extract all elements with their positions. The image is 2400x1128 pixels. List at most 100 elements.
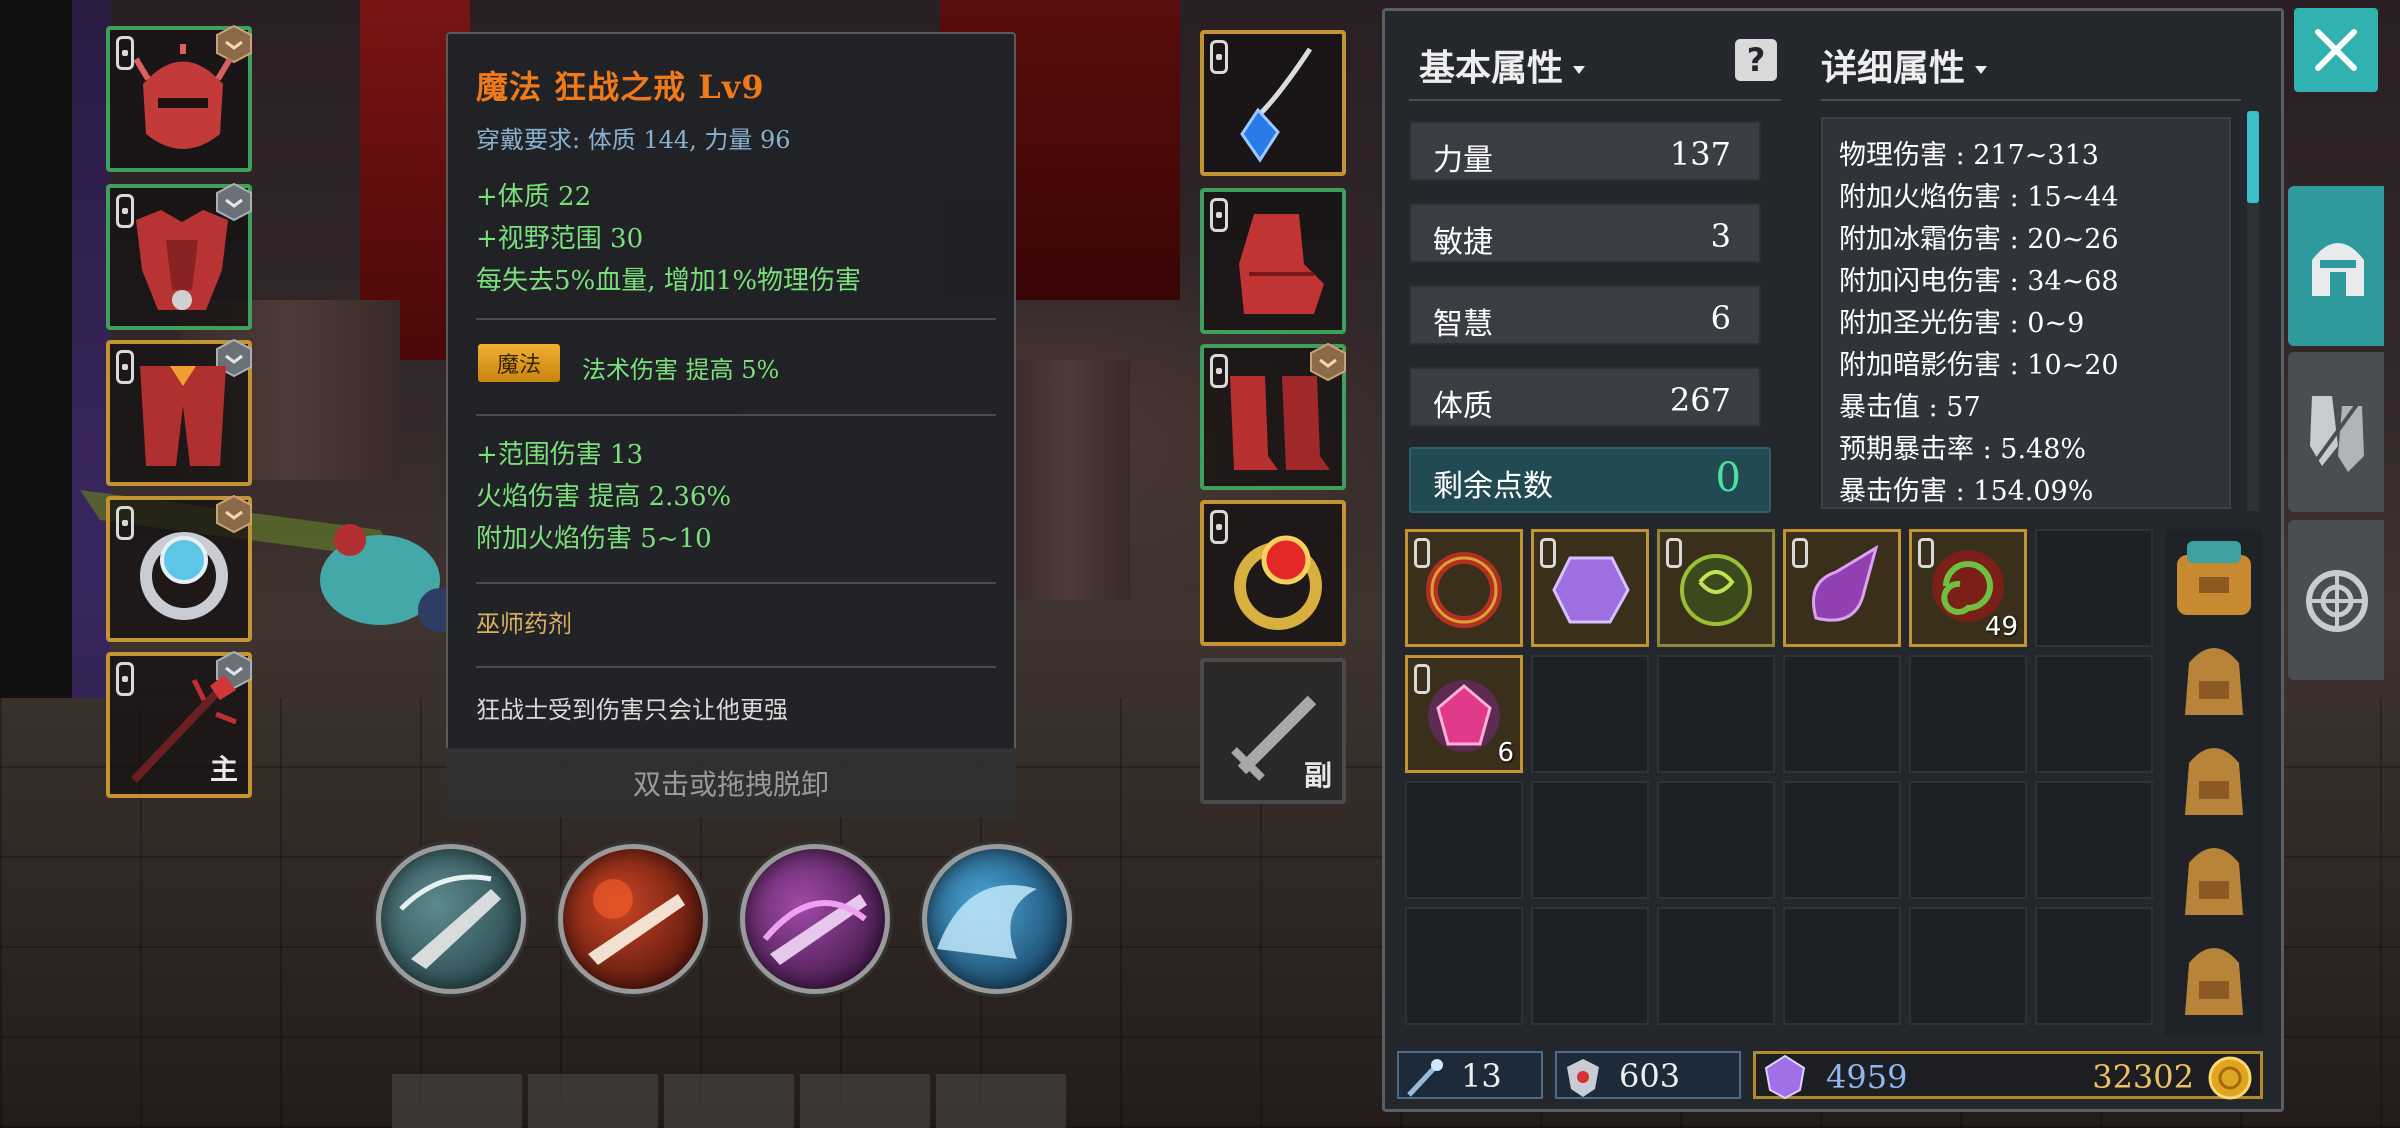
armor-slot[interactable] [106,182,252,330]
crest-counter: 603 [1555,1051,1741,1099]
offhand-slot[interactable]: 副 [1200,658,1346,804]
inventory-slot-empty[interactable] [1531,655,1649,773]
detail-stat: 暴击值 : 57 [1839,392,1981,423]
gloves-slot[interactable] [1200,188,1346,334]
necklace-slot[interactable] [1200,30,1346,176]
inventory-slot[interactable] [1531,529,1649,647]
bottom-tab[interactable] [800,1074,930,1128]
water-wave-icon [937,885,1037,959]
weapon-main-slot[interactable]: 主 [106,650,252,798]
gloves-crossed-icon [2306,390,2368,474]
fire-slash-icon [588,879,685,965]
inventory-slot-empty[interactable] [1909,781,2027,899]
inventory-slot-empty[interactable] [1657,655,1775,773]
detail-stat: 附加冰霜伤害 : 20~26 [1839,224,2119,255]
inventory-slot-empty[interactable] [2035,781,2153,899]
inventory-slot-empty[interactable] [1531,907,1649,1025]
wand-count: 13 [1461,1057,1502,1095]
stat-value: 267 [1669,381,1731,419]
skill-shadow-slash-button[interactable] [740,844,890,994]
inventory-slot-empty[interactable] [1783,655,1901,773]
backpack-icon[interactable] [2169,733,2259,823]
open-backpack-icon[interactable] [2169,533,2259,623]
inventory-slot-empty[interactable] [1657,781,1775,899]
skill-wave-button[interactable] [922,844,1072,994]
ring-slot[interactable] [106,494,252,642]
purple-crystal-icon [1764,1054,1806,1100]
currency-bar: 13 603 4959 32302 [1397,1047,2269,1103]
stat-label: 体质 [1433,389,1493,424]
helmet-slot[interactable] [106,24,252,172]
divider [476,666,996,668]
bottom-tab[interactable] [664,1074,794,1128]
stat-value: 3 [1710,217,1731,255]
stat-line: +视野范围 30 [476,224,644,254]
inventory-slot-empty[interactable] [1909,907,2027,1025]
tab-skills[interactable] [2288,352,2384,512]
backpack-icon[interactable] [2169,933,2259,1023]
blue-pendant-icon [1240,47,1313,163]
inventory-slot[interactable] [1657,529,1775,647]
detail-stat: 附加闪电伤害 : 34~68 [1839,266,2119,297]
stat-value: 6 [1710,299,1731,337]
tab-target[interactable] [2288,520,2384,680]
shadow-slash-icon [762,894,867,965]
detail-stat: 暴击伤害 : 154.09% [1839,476,2094,507]
backpack-icon[interactable] [2169,833,2259,923]
inventory-slot[interactable] [1783,529,1901,647]
inventory-slot-empty[interactable] [2035,529,2153,647]
red-helmet-icon [133,44,233,149]
inventory-slot-empty[interactable] [1405,781,1523,899]
stat-wisdom: 智慧 6 [1409,285,1761,345]
basic-attributes-tab[interactable]: 基本属性 [1419,39,1585,91]
item-count: 49 [1984,612,2018,642]
detail-stat: 附加圣光伤害 : 0~9 [1839,308,2085,339]
crystal-count: 4959 [1826,1058,1908,1096]
inventory-slot-empty[interactable] [1657,907,1775,1025]
help-button[interactable]: ? [1735,39,1777,81]
crest-count: 603 [1619,1057,1681,1095]
item-requirement: 穿戴要求: 体质 144, 力量 96 [476,126,791,154]
backpack-icon[interactable] [2169,633,2259,723]
inventory-slot-empty[interactable] [1531,781,1649,899]
lock-icon [1918,538,1934,568]
boots-slot[interactable] [1200,342,1346,490]
lock-icon [1414,538,1430,568]
inventory-slot-empty[interactable] [1783,781,1901,899]
red-gauntlet-icon [1239,214,1324,314]
inventory-slot-empty[interactable] [2035,907,2153,1025]
off-hand-tag: 副 [1303,759,1332,792]
inventory-slot[interactable]: 49 [1909,529,2027,647]
remaining-label: 剩余点数 [1433,469,1553,504]
remaining-value: 0 [1715,455,1741,501]
bottom-tab[interactable] [528,1074,658,1128]
magic-effect: 法术伤害 提高 5% [582,356,780,384]
ring-slot-2[interactable] [1200,500,1346,646]
skill-fire-slash-button[interactable] [558,844,708,994]
inventory-slot[interactable]: 6 [1405,655,1523,773]
detailed-stats-list[interactable]: 物理伤害 : 217~313 附加火焰伤害 : 15~44 附加冰霜伤害 : 2… [1821,117,2231,509]
helmet-icon [2312,243,2364,296]
detailed-attributes-tab[interactable]: 详细属性 [1821,39,1987,91]
lock-icon [1414,664,1430,694]
close-button[interactable] [2294,8,2378,92]
remaining-points: 剩余点数 0 [1409,447,1771,513]
red-chest-armor-icon [136,210,228,310]
tab-equipment[interactable] [2288,186,2384,346]
main-hand-tag: 主 [209,753,238,786]
stat-line: 每失去5%血量, 增加1%物理伤害 [476,266,862,296]
inventory-slot-empty[interactable] [1909,655,2027,773]
gold-coin-icon [2208,1056,2252,1100]
bottom-tab[interactable] [936,1074,1066,1128]
pants-slot[interactable] [106,338,252,486]
divider [476,414,996,416]
inventory-slot[interactable] [1405,529,1523,647]
stat-agility: 敏捷 3 [1409,203,1761,263]
scrollbar-thumb[interactable] [2247,111,2259,203]
stat-constitution: 体质 267 [1409,367,1761,427]
bottom-tab[interactable] [392,1074,522,1128]
inventory-slot-empty[interactable] [1405,907,1523,1025]
inventory-slot-empty[interactable] [1783,907,1901,1025]
skill-slash-button[interactable] [376,844,526,994]
inventory-slot-empty[interactable] [2035,655,2153,773]
